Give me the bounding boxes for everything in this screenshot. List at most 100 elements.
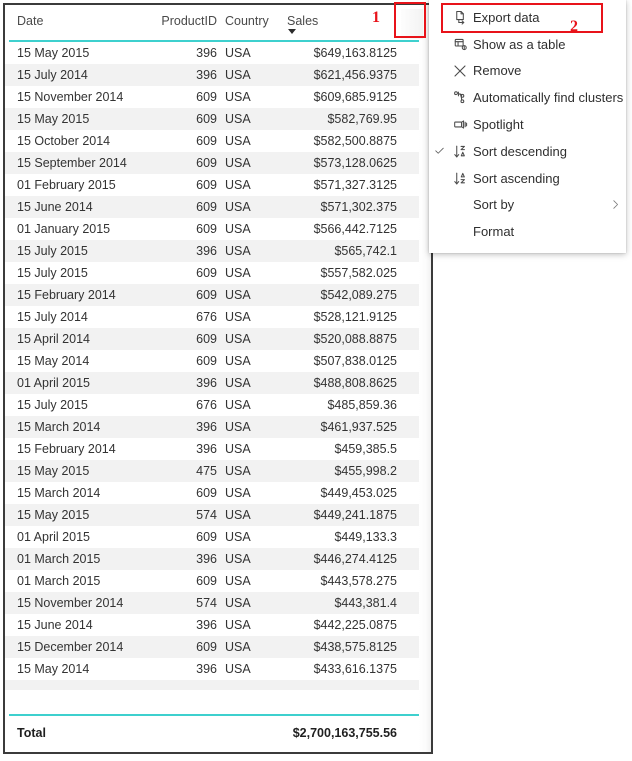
table-visual[interactable]: Date ProductID Country Sales 15 May 2015… [3,3,433,754]
table-row[interactable]: 15 July 2014 396 USA $621,456.9375 [5,64,431,86]
table-row[interactable]: 01 March 2015 609 USA $443,578.275 [5,570,431,592]
sort-descending-caret-icon [288,29,296,34]
table-row[interactable]: 15 February 2014 609 USA $542,089.275 [5,284,431,306]
table-row[interactable]: 15 July 2015 609 USA $557,582.025 [5,262,431,284]
table-row[interactable]: 15 May 2015 574 USA $449,241.1875 [5,504,431,526]
sort-by-menu-item[interactable]: Sort by [429,192,626,219]
table-row[interactable]: 15 November 2014 574 USA $443,381.4 [5,592,431,614]
cell-country: USA [225,178,251,192]
table-row[interactable]: 15 July 2014 676 USA $528,121.9125 [5,306,431,328]
table-row[interactable]: 15 April 2014 609 USA $520,088.8875 [5,328,431,350]
automatically-find-clusters-menu-item[interactable]: Automatically find clusters [429,84,626,111]
column-header-country[interactable]: Country [217,14,279,28]
format-menu-item[interactable]: Format [429,218,626,245]
cell-sales: $621,456.9375 [313,68,397,82]
table-header: Date ProductID Country Sales [5,5,431,42]
column-header-productid[interactable]: ProductID [155,14,217,28]
cell-sales: $571,327.3125 [313,178,397,192]
cell-date: 15 October 2014 [17,134,111,148]
table-total-row: Total $2,700,163,755.56 [5,718,431,748]
cell-date: 15 February 2014 [17,442,116,456]
cell-date: 15 May 2014 [17,354,90,368]
table-row[interactable]: 01 April 2015 396 USA $488,808.8625 [5,372,431,394]
cell-productid: 609 [196,266,217,280]
table-body[interactable]: 15 May 2015 396 USA $649,163.8125 15 July 20… [5,42,431,722]
spotlight-menu-item[interactable]: Spotlight [429,111,626,138]
context-menu[interactable]: Export data Show as a table Remove Automati… [429,0,626,254]
more-options-button[interactable] [401,9,423,39]
cell-sales: $455,998.2 [334,464,397,478]
cell-date: 15 November 2014 [17,90,124,104]
table-header-row: Date ProductID Country Sales [5,5,431,41]
table-row[interactable]: 15 March 2014 609 USA $449,453.025 [5,482,431,504]
cell-country: USA [225,420,251,434]
table-row[interactable]: 15 September 2014 609 USA $573,128.0625 [5,152,431,174]
cell-country: USA [225,332,251,346]
column-header-sales[interactable]: Sales [279,14,401,34]
table-row[interactable]: 15 May 2014 609 USA $507,838.0125 [5,350,431,372]
table-row[interactable]: 01 March 2015 396 USA $446,274.4125 [5,548,431,570]
table-row[interactable]: 01 January 2015 609 USA $566,442.7125 [5,218,431,240]
sort-descending-label: Sort descending [473,143,567,159]
table-row[interactable]: 15 July 2015 396 USA $565,742.1 [5,240,431,262]
cell-productid: 396 [196,662,217,676]
table-row-partial[interactable] [5,680,431,690]
remove-label: Remove [473,63,522,79]
sort-descending-icon [447,144,473,159]
cell-date: 15 November 2014 [17,596,124,610]
sort-ascending-icon [447,171,473,186]
cell-date: 15 July 2015 [17,244,88,258]
export-data-label: Export data [473,9,540,25]
cell-productid: 609 [196,222,217,236]
table-row[interactable]: 15 March 2014 396 USA $461,937.525 [5,416,431,438]
table-row[interactable]: 15 May 2015 396 USA $649,163.8125 [5,42,431,64]
table-row[interactable]: 15 July 2015 676 USA $485,859.36 [5,394,431,416]
cell-date: 15 March 2014 [17,486,101,500]
cell-productid: 396 [196,420,217,434]
table-row[interactable]: 15 May 2015 475 USA $455,998.2 [5,460,431,482]
cell-date: 15 May 2015 [17,464,90,478]
table-row[interactable]: 15 May 2015 609 USA $582,769.95 [5,108,431,130]
cell-date: 15 May 2015 [17,112,90,126]
show-as-a-table-menu-item[interactable]: Show as a table [429,31,626,58]
cell-country: USA [225,442,251,456]
table-row[interactable]: 15 June 2014 396 USA $442,225.0875 [5,614,431,636]
cell-country: USA [225,244,251,258]
table-row[interactable]: 01 February 2015 609 USA $571,327.3125 [5,174,431,196]
cell-country: USA [225,662,251,676]
sort-descending-menu-item[interactable]: Sort descending [429,138,626,165]
cell-country: USA [225,134,251,148]
table-row[interactable]: 15 May 2014 396 USA $433,616.1375 [5,658,431,680]
cell-sales: $573,128.0625 [313,156,397,170]
cell-productid: 609 [196,178,217,192]
cell-sales: $438,575.8125 [313,640,397,654]
cell-date: 15 May 2014 [17,662,90,676]
remove-menu-item[interactable]: Remove [429,58,626,85]
cell-country: USA [225,310,251,324]
cell-productid: 609 [196,156,217,170]
cell-productid: 676 [196,310,217,324]
cell-sales: $542,089.275 [320,288,397,302]
table-row[interactable]: 15 June 2014 609 USA $571,302.375 [5,196,431,218]
sort-ascending-menu-item[interactable]: Sort ascending [429,165,626,192]
cell-sales: $507,838.0125 [313,354,397,368]
cell-sales: $649,163.8125 [313,46,397,60]
cell-productid: 396 [196,442,217,456]
column-header-date[interactable]: Date [5,14,155,28]
table-row[interactable]: 15 November 2014 609 USA $609,685.9125 [5,86,431,108]
spotlight-icon [447,117,473,132]
cell-productid: 475 [196,464,217,478]
checkmark-icon [431,145,447,158]
cell-sales: $446,274.4125 [313,552,397,566]
annotation-number-2: 2 [570,18,578,35]
sort-ascending-label: Sort ascending [473,170,560,186]
show-as-table-icon [447,37,473,52]
table-row[interactable]: 01 April 2015 609 USA $449,133.3 [5,526,431,548]
chevron-right-icon [604,199,626,210]
export-data-menu-item[interactable]: Export data [429,4,626,31]
table-row[interactable]: 15 February 2014 396 USA $459,385.5 [5,438,431,460]
cell-productid: 609 [196,332,217,346]
cell-country: USA [225,530,251,544]
table-row[interactable]: 15 October 2014 609 USA $582,500.8875 [5,130,431,152]
table-row[interactable]: 15 December 2014 609 USA $438,575.8125 [5,636,431,658]
